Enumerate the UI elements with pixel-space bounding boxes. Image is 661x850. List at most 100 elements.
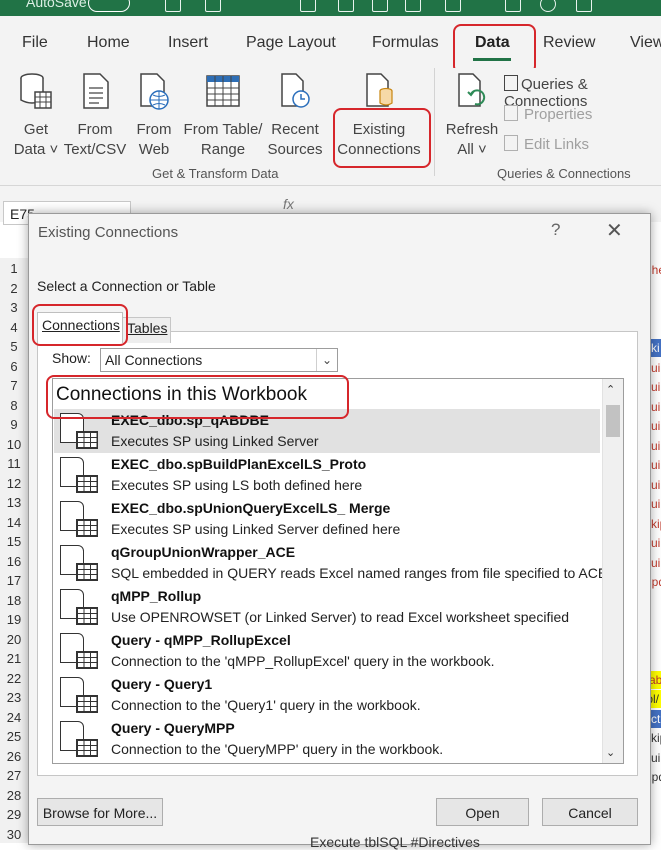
help-button[interactable]: ? bbox=[551, 220, 560, 240]
document-icon[interactable] bbox=[576, 0, 592, 12]
connection-item[interactable]: Query - Query1 Connection to the 'Query1'… bbox=[54, 673, 600, 717]
connection-item[interactable]: Query - qMPP_RollupExcel Connection to th… bbox=[54, 629, 600, 673]
table-grid-icon bbox=[76, 695, 98, 713]
row-header[interactable]: 15 bbox=[0, 534, 28, 549]
connection-item[interactable]: qMPP_Rollup Use OPENROWSET (or Linked Ser… bbox=[54, 585, 600, 629]
connection-item[interactable]: EXEC_dbo.spUnionQueryExcelLS_ Merge Execu… bbox=[54, 497, 600, 541]
database-icon bbox=[20, 73, 52, 109]
queries-pane-icon bbox=[504, 75, 518, 91]
tab-home[interactable]: Home bbox=[87, 34, 130, 52]
connection-item[interactable]: qGroupUnionWrapper_ACE SQL embedded in QU… bbox=[54, 541, 607, 585]
connection-name: Query - Query1 bbox=[111, 676, 213, 692]
edit-icon[interactable] bbox=[405, 0, 421, 12]
tab-file[interactable]: File bbox=[22, 34, 48, 52]
row-header[interactable]: 11 bbox=[0, 456, 28, 471]
undo-icon[interactable] bbox=[205, 0, 221, 12]
from-web-label-2: Web bbox=[138, 141, 170, 158]
insert-function-button[interactable]: fx bbox=[283, 196, 294, 212]
row-header[interactable]: 17 bbox=[0, 573, 28, 588]
row-header[interactable]: 5 bbox=[0, 339, 28, 354]
browse-for-more-button[interactable]: Browse for More... bbox=[37, 798, 163, 826]
sheet-cell-text: Execute tblSQL #Directives bbox=[310, 834, 480, 850]
camera-icon[interactable] bbox=[505, 0, 521, 12]
chevron-down-icon[interactable]: ⌄ bbox=[316, 349, 337, 371]
get-data-button[interactable]: Get Data ˅ bbox=[10, 72, 62, 160]
print-icon[interactable] bbox=[338, 0, 354, 12]
row-header[interactable]: 16 bbox=[0, 554, 28, 569]
connection-item[interactable]: Query - QueryMPP Connection to the 'Query… bbox=[54, 717, 600, 761]
queries-connections-group-label: Queries & Connections bbox=[497, 166, 631, 181]
row-header[interactable]: 30 bbox=[0, 827, 28, 842]
connection-name: EXEC_dbo.spUnionQueryExcelLS_ Merge bbox=[111, 500, 391, 516]
connection-description: Use OPENROWSET (or Linked Server) to rea… bbox=[111, 609, 570, 625]
row-header[interactable]: 28 bbox=[0, 788, 28, 803]
row-header[interactable]: 6 bbox=[0, 359, 28, 374]
row-header[interactable]: 20 bbox=[0, 632, 28, 647]
table-icon[interactable] bbox=[300, 0, 316, 12]
row-header[interactable]: 8 bbox=[0, 398, 28, 413]
row-header[interactable]: 2 bbox=[0, 281, 28, 296]
connection-item[interactable]: EXEC_dbo.spBuildPlanExcelLS_Proto Execute… bbox=[54, 453, 600, 497]
cancel-button[interactable]: Cancel bbox=[542, 798, 638, 826]
scroll-up-icon[interactable]: ⌃ bbox=[606, 383, 615, 396]
connection-name: Query - qMPP_RollupExcel bbox=[111, 632, 291, 648]
close-icon[interactable]: ✕ bbox=[606, 218, 623, 243]
row-header[interactable]: 10 bbox=[0, 437, 28, 452]
row-header[interactable]: 13 bbox=[0, 495, 28, 510]
tab-insert[interactable]: Insert bbox=[168, 34, 208, 52]
vertical-scrollbar[interactable]: ⌃ ⌄ bbox=[602, 379, 623, 763]
from-table-range-button[interactable]: From Table/ Range bbox=[182, 72, 264, 160]
refresh-all-button[interactable]: Refresh All ˅ bbox=[442, 72, 502, 160]
tab-tables-label: Tables bbox=[127, 320, 168, 336]
row-header[interactable]: 18 bbox=[0, 593, 28, 608]
circle-icon[interactable] bbox=[540, 0, 556, 12]
row-header[interactable]: 21 bbox=[0, 651, 28, 666]
from-table-label-2: Range bbox=[200, 141, 246, 158]
from-web-button[interactable]: From Web bbox=[132, 72, 176, 160]
autosave-toggle[interactable] bbox=[88, 0, 130, 12]
connections-list[interactable]: Connections in this Workbook EXEC_dbo.sp… bbox=[52, 378, 624, 764]
tab-view[interactable]: View bbox=[630, 34, 661, 52]
check-icon[interactable] bbox=[372, 0, 388, 12]
connections-tab-highlight bbox=[32, 304, 128, 346]
row-header[interactable]: 29 bbox=[0, 807, 28, 822]
connection-description: Executes SP using Linked Server bbox=[111, 433, 319, 449]
show-dropdown[interactable]: All Connections ⌄ bbox=[100, 348, 338, 372]
table-grid-icon bbox=[76, 739, 98, 757]
row-header[interactable]: 25 bbox=[0, 729, 28, 744]
row-header[interactable]: 24 bbox=[0, 710, 28, 725]
row-header[interactable]: 12 bbox=[0, 476, 28, 491]
properties-label: Properties bbox=[524, 106, 593, 123]
row-header[interactable]: 22 bbox=[0, 671, 28, 686]
edit-links-button[interactable]: Edit Links bbox=[504, 135, 589, 153]
table-grid-icon bbox=[76, 651, 98, 669]
recent-sources-label-2: Sources bbox=[267, 141, 323, 158]
tab-review[interactable]: Review bbox=[543, 34, 595, 52]
tab-page-layout[interactable]: Page Layout bbox=[246, 34, 336, 52]
row-header[interactable]: 7 bbox=[0, 378, 28, 393]
row-header[interactable]: 19 bbox=[0, 612, 28, 627]
row-header[interactable]: 9 bbox=[0, 417, 28, 432]
get-data-label-2: Data ˅ bbox=[13, 141, 59, 158]
connection-description: Connection to the 'QueryMPP' query in th… bbox=[111, 741, 444, 757]
dialog-title: Existing Connections bbox=[38, 224, 179, 241]
scrollbar-thumb[interactable] bbox=[606, 405, 620, 437]
row-header[interactable]: 3 bbox=[0, 300, 28, 315]
row-header[interactable]: 4 bbox=[0, 320, 28, 335]
refresh-all-label-2: All ˅ bbox=[457, 141, 487, 158]
row-header[interactable]: 23 bbox=[0, 690, 28, 705]
properties-button[interactable]: Properties bbox=[504, 105, 592, 123]
open-button[interactable]: Open bbox=[436, 798, 529, 826]
scroll-down-icon[interactable]: ⌄ bbox=[606, 746, 615, 759]
from-text-csv-button[interactable]: From Text/CSV bbox=[63, 72, 127, 160]
row-header[interactable]: 26 bbox=[0, 749, 28, 764]
save-icon[interactable] bbox=[165, 0, 181, 12]
connection-description: Executes SP using Linked Server defined … bbox=[111, 521, 401, 537]
data-tab-highlight bbox=[453, 24, 536, 74]
tab-formulas[interactable]: Formulas bbox=[372, 34, 439, 52]
row-header[interactable]: 1 bbox=[0, 261, 28, 276]
row-header[interactable]: 27 bbox=[0, 768, 28, 783]
recent-sources-button[interactable]: Recent Sources bbox=[266, 72, 324, 160]
refresh-icon[interactable] bbox=[445, 0, 461, 12]
row-header[interactable]: 14 bbox=[0, 515, 28, 530]
